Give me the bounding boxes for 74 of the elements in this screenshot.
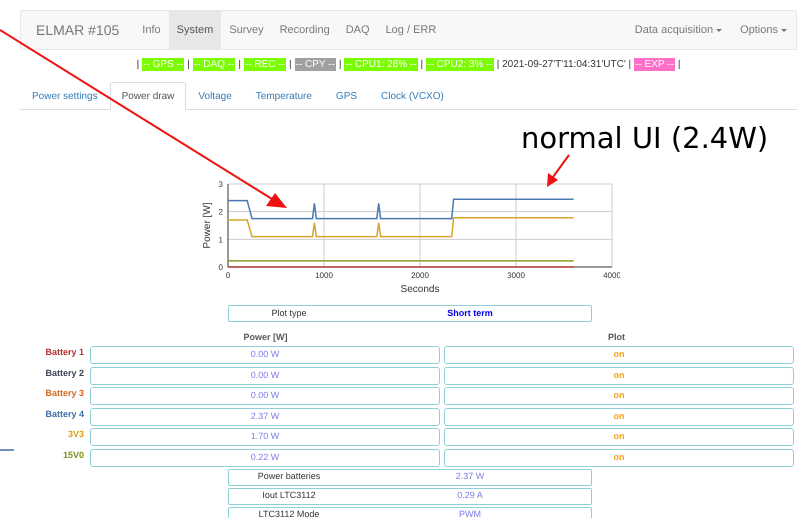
row-label: 3V3: [66, 428, 85, 441]
nav-item[interactable]: DAQ: [338, 11, 378, 49]
row-label: 15V0: [62, 448, 85, 462]
axis-tick-label: 1: [218, 235, 223, 244]
axis-tick-label: 2000: [411, 271, 429, 280]
row-label: Battery 4: [44, 408, 85, 421]
pointer-arrow: [547, 154, 570, 187]
column-header: Power [W]: [242, 331, 288, 344]
toggle-field[interactable]: on: [444, 408, 794, 426]
axis-tick-label: 2: [218, 208, 223, 217]
nav-item[interactable]: Info: [134, 11, 169, 49]
toggle-field[interactable]: on: [444, 428, 794, 446]
tab[interactable]: GPS: [324, 82, 370, 110]
annotation-line: [0, 449, 14, 451]
status-text: |: [136, 58, 140, 72]
tab[interactable]: Voltage: [186, 82, 244, 110]
status-text: |: [678, 58, 680, 72]
value-field: 0.00 W: [90, 387, 440, 405]
column-header: Plot: [607, 331, 626, 344]
status-badge: -- CPU1: 26% --: [344, 58, 418, 70]
nav-item[interactable]: Log / ERR: [378, 11, 444, 49]
row-label: Battery 3: [44, 387, 85, 400]
status-badge: -- GPS --: [142, 58, 184, 70]
nav-item[interactable]: Recording: [272, 11, 338, 49]
field-label: Power batteries: [256, 470, 322, 484]
caret-icon: [781, 28, 787, 32]
field-value: 2.37 W: [454, 470, 486, 484]
tab[interactable]: Clock (VCXO): [369, 82, 456, 110]
status-badge: -- DAQ --: [192, 58, 236, 70]
axis-tick-label: 3000: [507, 271, 525, 280]
tab[interactable]: Power draw: [110, 82, 186, 110]
value-field: 0.22 W: [90, 448, 440, 466]
menu-dropdown[interactable]: Data acquisition: [626, 22, 732, 38]
axis-tick-label: 0: [218, 263, 223, 272]
status-badge: -- REC --: [244, 58, 286, 70]
row-label: Battery 2: [44, 366, 85, 380]
toggle-field[interactable]: on: [444, 366, 794, 384]
status-text: |: [288, 58, 292, 72]
field-label: LTC3112 Mode: [258, 508, 320, 518]
tab[interactable]: Temperature: [244, 82, 324, 110]
axis-tick-label: 0: [226, 271, 230, 280]
status-text: |: [187, 58, 190, 72]
value-field: 2.37 W: [90, 408, 440, 426]
plot-type-row[interactable]: Plot type Short term: [228, 305, 592, 322]
field-value: 0.29 A: [456, 489, 484, 502]
field-value: Short term: [446, 306, 494, 320]
toggle-field[interactable]: on: [444, 346, 794, 364]
axis-tick-label: 1000: [315, 271, 333, 280]
brand-title[interactable]: ELMAR #105: [21, 20, 134, 40]
status-badge: -- EXP --: [634, 58, 675, 70]
tab[interactable]: Power settings: [20, 82, 110, 110]
nav-item[interactable]: System: [168, 11, 222, 49]
status-badge: -- CPU2: 3% --: [426, 58, 494, 70]
x-axis-title: Seconds: [400, 284, 440, 295]
status-text: |: [238, 58, 241, 72]
value-field: 0.00 W: [90, 366, 440, 384]
axis-tick-label: 3: [218, 180, 223, 189]
value-field: 0.00 W: [90, 346, 440, 364]
status-text: |: [338, 58, 342, 72]
toggle-field[interactable]: on: [444, 387, 794, 405]
y-axis-title: Power [W]: [202, 202, 213, 249]
annotation-text: normal UI (2.4W): [521, 120, 768, 157]
field-label: Plot type: [270, 306, 308, 320]
nav-item[interactable]: Survey: [221, 11, 272, 49]
toggle-field[interactable]: on: [444, 448, 794, 466]
caret-icon: [716, 28, 722, 32]
field-value: PWM: [458, 508, 482, 518]
status-text: |: [420, 58, 424, 72]
value-field: 1.70 W: [90, 428, 440, 446]
status-text: | 2021-09-27'T'11:04:31'UTC' |: [496, 58, 632, 72]
row-label: Battery 1: [44, 346, 85, 359]
status-badge: -- CPY --: [294, 58, 336, 70]
field-label: Iout LTC3112: [261, 489, 317, 502]
menu-dropdown[interactable]: Options: [731, 22, 796, 38]
